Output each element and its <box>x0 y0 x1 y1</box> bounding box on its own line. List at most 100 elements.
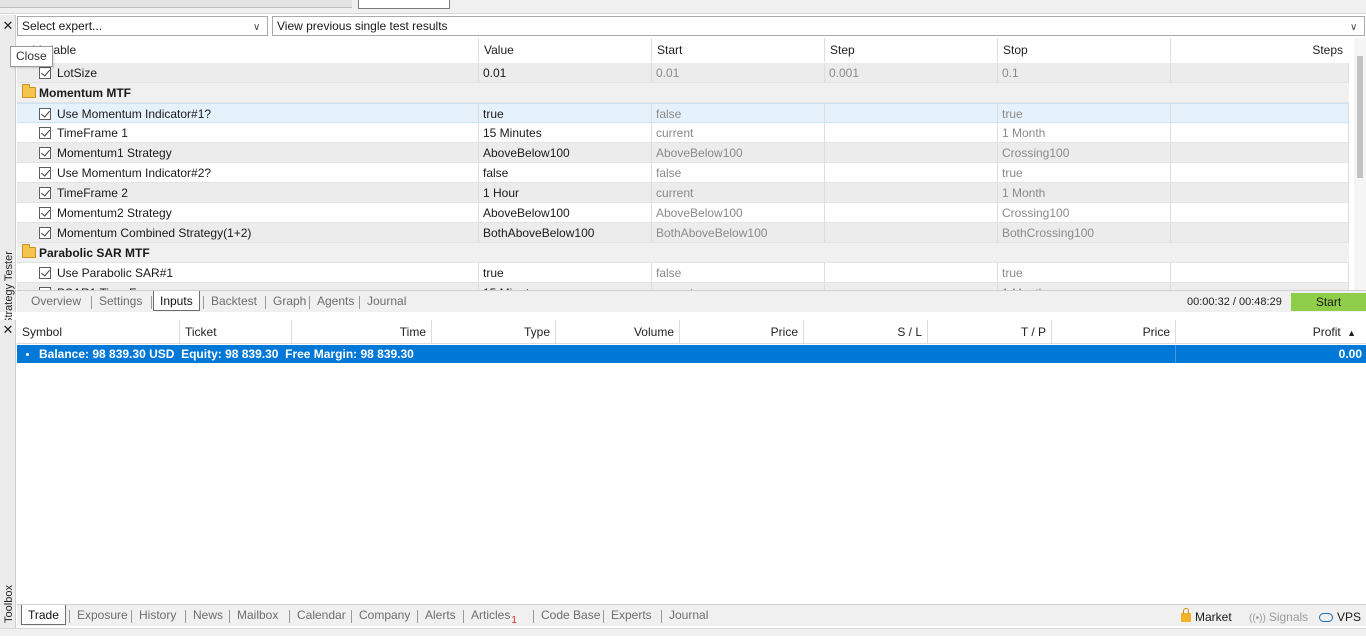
tab-journal[interactable]: Journal <box>663 607 714 626</box>
param-value-cell[interactable]: 15 Minut <box>479 283 652 290</box>
param-start-cell[interactable]: current <box>652 123 825 143</box>
param-value-cell[interactable]: BothAboveBelow100 <box>479 223 652 243</box>
param-start-cell[interactable]: false <box>652 104 825 124</box>
tab-articles[interactable]: Articles1 <box>465 607 523 626</box>
checkbox[interactable] <box>39 67 51 79</box>
param-value-cell[interactable]: 15 Minutes <box>479 123 652 143</box>
param-step-cell[interactable] <box>825 163 998 183</box>
checkbox[interactable] <box>39 108 51 120</box>
column-header-symbol[interactable]: Symbol <box>17 320 180 344</box>
param-start-cell[interactable]: current <box>652 283 825 290</box>
tab-overview[interactable]: Overview <box>25 293 87 312</box>
param-stop-cell[interactable]: BothCrossing100 <box>998 223 1171 243</box>
column-header-value[interactable]: Value <box>479 38 652 62</box>
column-header-variable[interactable]: Variable <box>17 38 479 62</box>
column-header-current-price[interactable]: Price <box>1052 320 1176 344</box>
param-value-cell[interactable]: true <box>479 104 652 124</box>
column-header-stop[interactable]: Stop <box>998 38 1171 62</box>
grid-group-row[interactable]: Momentum MTF <box>17 83 1349 103</box>
checkbox[interactable] <box>39 127 51 139</box>
market-button[interactable]: Market <box>1181 608 1232 626</box>
param-steps-cell[interactable] <box>1171 203 1349 223</box>
param-steps-cell[interactable] <box>1171 143 1349 163</box>
param-steps-cell[interactable] <box>1171 263 1349 283</box>
results-select[interactable]: View previous single test results ∨ <box>272 16 1365 36</box>
grid-param-row[interactable]: LotSize 0.01 0.01 0.001 0.1 <box>17 63 1349 83</box>
tab-agents[interactable]: Agents <box>311 293 360 312</box>
column-header-start[interactable]: Start <box>652 38 825 62</box>
column-header-step[interactable]: Step <box>825 38 998 62</box>
grid-param-row[interactable]: Use Parabolic SAR#1 true false true <box>17 263 1349 283</box>
param-stop-cell[interactable]: true <box>998 104 1171 124</box>
grid-param-row[interactable]: PSAR1 Time F15 Minutcurrent 1 Month <box>17 283 1349 290</box>
tester-close-icon[interactable]: ✕ <box>0 17 16 35</box>
param-start-cell[interactable]: AboveBelow100 <box>652 143 825 163</box>
checkbox[interactable] <box>39 147 51 159</box>
grid-param-row[interactable]: Use Momentum Indicator#2? false false true <box>17 163 1349 183</box>
param-value-cell[interactable]: true <box>479 263 652 283</box>
tab-mailbox[interactable]: Mailbox <box>231 607 284 626</box>
param-steps-cell[interactable] <box>1171 104 1349 124</box>
param-start-cell[interactable]: false <box>652 163 825 183</box>
column-header-volume[interactable]: Volume <box>556 320 680 344</box>
toolbox-close-icon[interactable]: ✕ <box>0 321 16 339</box>
param-value-cell[interactable]: false <box>479 163 652 183</box>
tab-alerts[interactable]: Alerts <box>419 607 462 626</box>
grid-param-row[interactable]: Momentum1 Strategy AboveBelow100 AboveBelo… <box>17 143 1349 163</box>
param-start-cell[interactable]: false <box>652 263 825 283</box>
expert-select[interactable]: Select expert... ∨ <box>17 16 268 36</box>
tab-exposure[interactable]: Exposure <box>71 607 134 626</box>
param-start-cell[interactable]: AboveBelow100 <box>652 203 825 223</box>
param-start-cell[interactable]: BothAboveBelow100 <box>652 223 825 243</box>
column-header-tp[interactable]: T / P <box>928 320 1052 344</box>
param-step-cell[interactable] <box>825 263 998 283</box>
tab-trade[interactable]: Trade <box>21 605 66 625</box>
grid-param-row[interactable]: TimeFrame 21 Hour current 1 Month <box>17 183 1349 203</box>
param-steps-cell[interactable] <box>1171 163 1349 183</box>
tab-code-base[interactable]: Code Base <box>535 607 606 626</box>
tab-journal[interactable]: Journal <box>361 293 412 312</box>
param-step-cell[interactable] <box>825 104 998 124</box>
param-steps-cell[interactable] <box>1171 183 1349 203</box>
tab-experts[interactable]: Experts <box>605 607 658 626</box>
column-header-price[interactable]: Price <box>680 320 804 344</box>
param-stop-cell[interactable]: true <box>998 163 1171 183</box>
param-stop-cell[interactable]: Crossing100 <box>998 143 1171 163</box>
grid-param-row[interactable]: Momentum2 Strategy AboveBelow100 AboveBelo… <box>17 203 1349 223</box>
param-steps-cell[interactable] <box>1171 63 1349 83</box>
grid-param-row[interactable]: Use Momentum Indicator#1? true false true <box>17 103 1349 124</box>
column-header-type[interactable]: Type <box>432 320 556 344</box>
checkbox[interactable] <box>39 187 51 199</box>
param-stop-cell[interactable]: Crossing100 <box>998 203 1171 223</box>
tab-backtest[interactable]: Backtest <box>205 293 263 312</box>
column-header-profit[interactable]: Profit ▲ <box>1176 320 1366 344</box>
param-stop-cell[interactable]: true <box>998 263 1171 283</box>
param-step-cell[interactable] <box>825 283 998 290</box>
tab-graph[interactable]: Graph <box>267 293 312 312</box>
param-step-cell[interactable] <box>825 183 998 203</box>
param-step-cell[interactable] <box>825 143 998 163</box>
param-stop-cell[interactable]: 1 Month <box>998 123 1171 143</box>
param-stop-cell[interactable]: 1 Month <box>998 283 1171 290</box>
param-steps-cell[interactable] <box>1171 223 1349 243</box>
tab-settings[interactable]: Settings <box>93 293 148 312</box>
tab-history[interactable]: History <box>133 607 182 626</box>
param-stop-cell[interactable]: 0.1 <box>998 63 1171 83</box>
vps-button[interactable]: VPS <box>1319 608 1361 626</box>
balance-row[interactable]: Balance: 98 839.30 USD Equity: 98 839.30… <box>17 345 1366 363</box>
checkbox[interactable] <box>39 227 51 239</box>
tab-news[interactable]: News <box>187 607 229 626</box>
tab-calendar[interactable]: Calendar <box>291 607 352 626</box>
grid-param-row[interactable]: Momentum Combined Strategy(1+2) BothAbove… <box>17 223 1349 243</box>
column-header-sl[interactable]: S / L <box>804 320 928 344</box>
scrollbar-thumb[interactable] <box>1357 56 1363 178</box>
param-step-cell[interactable] <box>825 223 998 243</box>
param-start-cell[interactable]: current <box>652 183 825 203</box>
param-steps-cell[interactable] <box>1171 123 1349 143</box>
column-header-time[interactable]: Time <box>292 320 432 344</box>
param-step-cell[interactable] <box>825 123 998 143</box>
param-start-cell[interactable]: 0.01 <box>652 63 825 83</box>
param-value-cell[interactable]: AboveBelow100 <box>479 203 652 223</box>
param-stop-cell[interactable]: 1 Month <box>998 183 1171 203</box>
param-value-cell[interactable]: 0.01 <box>479 63 652 83</box>
